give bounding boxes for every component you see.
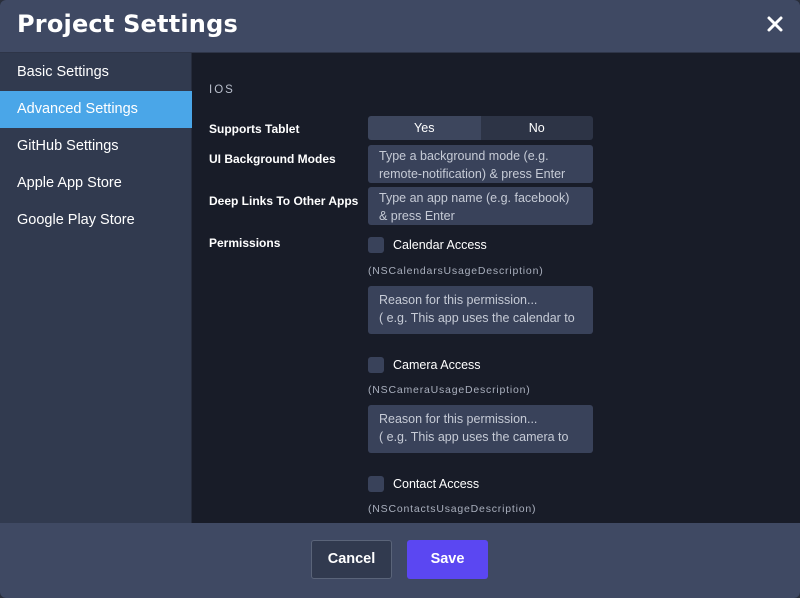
- camera-reason-placeholder-line2: ( e.g. This app uses the camera to: [379, 430, 569, 444]
- dialog-title: Project Settings: [17, 10, 238, 38]
- section-title: IOS: [209, 84, 235, 96]
- settings-sidebar: Basic Settings Advanced Settings GitHub …: [0, 53, 192, 523]
- calendar-usage-key: (NSCalendarsUsageDescription): [368, 265, 544, 277]
- permissions-label: Permissions: [209, 236, 281, 250]
- camera-access-checkbox-row[interactable]: Camera Access: [368, 357, 481, 373]
- close-icon[interactable]: [766, 15, 784, 33]
- background-modes-input[interactable]: Type a background mode (e.g. remote-noti…: [368, 145, 593, 183]
- supports-tablet-yes-option[interactable]: Yes: [368, 116, 481, 140]
- calendar-access-label: Calendar Access: [393, 238, 487, 252]
- supports-tablet-label: Supports Tablet: [209, 122, 300, 136]
- camera-reason-input[interactable]: Reason for this permission... ( e.g. Thi…: [368, 405, 593, 453]
- background-modes-placeholder-line1: Type a background mode (e.g.: [379, 149, 549, 163]
- camera-reason-placeholder-line1: Reason for this permission...: [379, 412, 538, 426]
- background-modes-placeholder-line2: remote-notification) & press Enter: [379, 167, 566, 181]
- sidebar-item-github-settings[interactable]: GitHub Settings: [0, 128, 192, 165]
- sidebar-item-google-play-store[interactable]: Google Play Store: [0, 202, 192, 239]
- calendar-reason-placeholder-line1: Reason for this permission...: [379, 293, 538, 307]
- sidebar-item-basic-settings[interactable]: Basic Settings: [0, 54, 192, 91]
- sidebar-item-apple-app-store[interactable]: Apple App Store: [0, 165, 192, 202]
- camera-access-label: Camera Access: [393, 358, 481, 372]
- project-settings-dialog: Project Settings Basic Settings Advanced…: [0, 0, 800, 598]
- calendar-access-checkbox-row[interactable]: Calendar Access: [368, 237, 487, 253]
- deep-links-placeholder-line1: Type an app name (e.g. facebook): [379, 191, 570, 205]
- calendar-access-checkbox[interactable]: [368, 237, 384, 253]
- calendar-reason-input[interactable]: Reason for this permission... ( e.g. Thi…: [368, 286, 593, 334]
- deep-links-placeholder-line2: & press Enter: [379, 209, 455, 223]
- dialog-footer: Cancel Save: [0, 523, 800, 598]
- background-modes-label: UI Background Modes: [209, 152, 336, 166]
- sidebar-item-advanced-settings[interactable]: Advanced Settings: [0, 91, 192, 128]
- contact-usage-key: (NSContactsUsageDescription): [368, 503, 537, 515]
- save-button[interactable]: Save: [407, 540, 488, 579]
- supports-tablet-no-option[interactable]: No: [480, 116, 593, 140]
- camera-access-checkbox[interactable]: [368, 357, 384, 373]
- contact-access-checkbox-row[interactable]: Contact Access: [368, 476, 479, 492]
- settings-content: IOS Supports Tablet Yes No UI Background…: [193, 53, 800, 523]
- dialog-header: Project Settings: [0, 0, 800, 53]
- supports-tablet-toggle: Yes No: [368, 116, 593, 140]
- contact-access-checkbox[interactable]: [368, 476, 384, 492]
- cancel-button[interactable]: Cancel: [311, 540, 392, 579]
- calendar-reason-placeholder-line2: ( e.g. This app uses the calendar to: [379, 311, 575, 325]
- deep-links-label: Deep Links To Other Apps: [209, 194, 359, 208]
- contact-access-label: Contact Access: [393, 477, 480, 491]
- deep-links-input[interactable]: Type an app name (e.g. facebook) & press…: [368, 187, 593, 225]
- camera-usage-key: (NSCameraUsageDescription): [368, 384, 531, 396]
